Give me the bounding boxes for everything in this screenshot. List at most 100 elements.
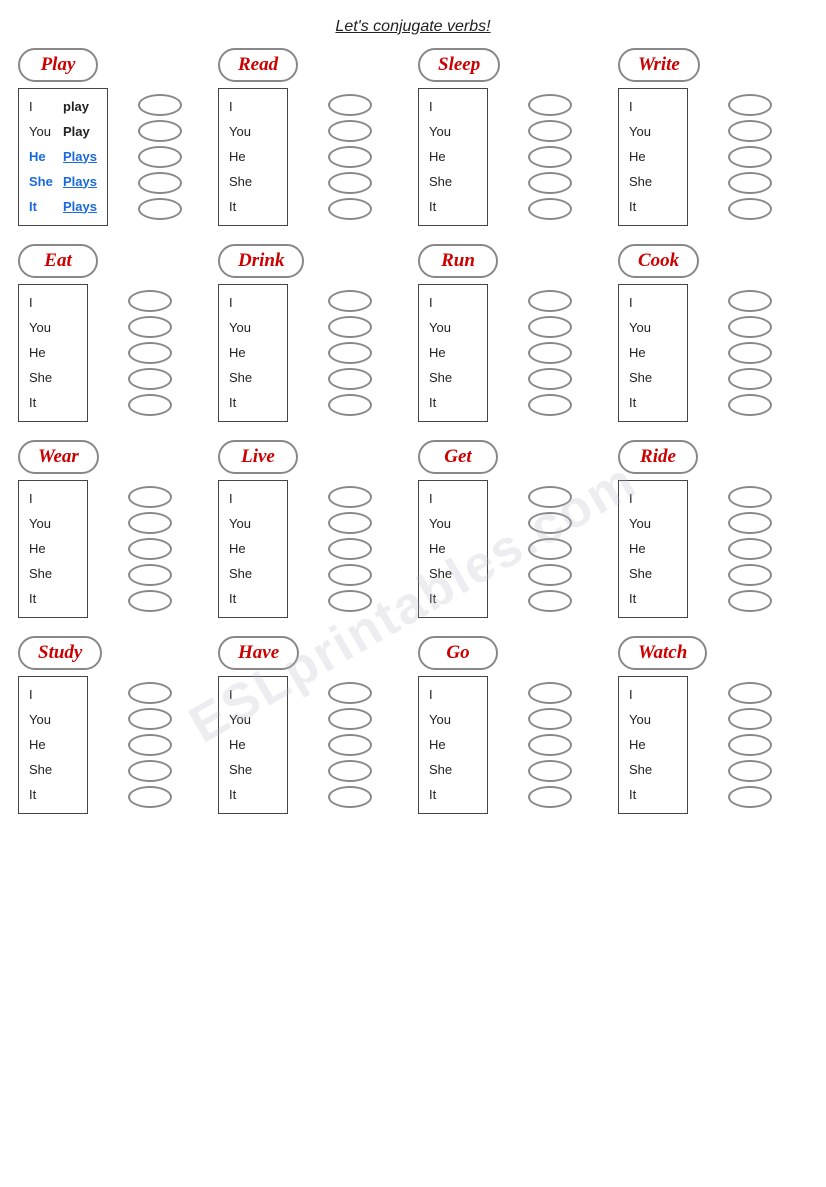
answer-oval[interactable] [528,342,572,364]
answer-oval[interactable] [528,486,572,508]
answer-oval[interactable] [528,708,572,730]
pronoun-row: He [629,343,677,361]
answer-oval[interactable] [728,394,772,416]
answer-oval[interactable] [528,590,572,612]
answer-oval[interactable] [128,512,172,534]
answer-oval[interactable] [138,146,182,168]
answer-oval[interactable] [728,486,772,508]
answer-oval[interactable] [728,760,772,782]
answer-oval[interactable] [728,120,772,142]
answer-oval[interactable] [328,512,372,534]
answer-oval[interactable] [328,120,372,142]
pronoun-row: She [629,564,677,582]
answer-oval[interactable] [728,342,772,364]
answer-oval[interactable] [138,172,182,194]
answer-oval[interactable] [728,682,772,704]
answer-oval[interactable] [528,394,572,416]
answer-oval[interactable] [328,486,372,508]
answer-oval[interactable] [528,538,572,560]
answer-oval[interactable] [328,682,372,704]
pronoun-row: She [229,368,277,386]
pronoun-label: I [229,100,257,113]
pronoun-row: I [429,489,477,507]
pronoun-label: It [229,396,257,409]
answer-oval[interactable] [328,760,372,782]
answer-oval[interactable] [528,512,572,534]
answer-oval[interactable] [328,290,372,312]
answer-oval[interactable] [328,786,372,808]
verb-card-write: WriteIYouHeSheIt [618,48,808,226]
answer-oval[interactable] [128,590,172,612]
answer-oval[interactable] [328,734,372,756]
answer-oval[interactable] [728,146,772,168]
answer-oval[interactable] [528,120,572,142]
answer-oval[interactable] [528,760,572,782]
answer-oval[interactable] [128,682,172,704]
verb-card-read: ReadIYouHeSheIt [218,48,408,226]
answer-oval[interactable] [728,316,772,338]
verb-card-run: RunIYouHeSheIt [418,244,608,422]
answer-oval[interactable] [728,198,772,220]
answer-oval[interactable] [138,198,182,220]
answer-oval[interactable] [128,538,172,560]
pronoun-row: You [629,710,677,728]
answer-oval[interactable] [528,786,572,808]
answer-oval[interactable] [728,564,772,586]
answer-oval[interactable] [138,120,182,142]
answer-oval[interactable] [528,682,572,704]
answer-oval[interactable] [728,734,772,756]
pronouns-box-drink: IYouHeSheIt [218,284,288,422]
answer-oval[interactable] [728,512,772,534]
answer-oval[interactable] [328,172,372,194]
answer-oval[interactable] [128,342,172,364]
answer-oval[interactable] [328,538,372,560]
answer-oval[interactable] [528,290,572,312]
answer-oval[interactable] [138,94,182,116]
answer-oval[interactable] [328,316,372,338]
pronoun-label: She [629,763,657,776]
answer-oval[interactable] [328,368,372,390]
answer-oval[interactable] [728,708,772,730]
answer-oval[interactable] [528,94,572,116]
answer-oval[interactable] [328,342,372,364]
answer-oval[interactable] [528,734,572,756]
answer-oval[interactable] [128,394,172,416]
answer-oval[interactable] [728,590,772,612]
pronoun-label: He [229,150,257,163]
answer-oval[interactable] [128,486,172,508]
answer-oval[interactable] [728,94,772,116]
answer-oval[interactable] [528,368,572,390]
answer-oval[interactable] [128,760,172,782]
ovals-col-study [92,676,208,814]
answer-oval[interactable] [728,172,772,194]
answer-oval[interactable] [328,590,372,612]
answer-oval[interactable] [728,368,772,390]
answer-oval[interactable] [728,290,772,312]
answer-oval[interactable] [728,538,772,560]
answer-oval[interactable] [128,786,172,808]
answer-oval[interactable] [328,198,372,220]
answer-oval[interactable] [328,146,372,168]
answer-oval[interactable] [528,316,572,338]
answer-oval[interactable] [128,564,172,586]
answer-oval[interactable] [328,708,372,730]
pronoun-answer: Plays [63,200,97,213]
answer-oval[interactable] [728,786,772,808]
answer-oval[interactable] [128,316,172,338]
answer-oval[interactable] [528,564,572,586]
answer-oval[interactable] [328,394,372,416]
pronoun-row: You [429,318,477,336]
pronoun-row: He [229,539,277,557]
answer-oval[interactable] [528,172,572,194]
answer-oval[interactable] [528,146,572,168]
answer-oval[interactable] [128,708,172,730]
answer-oval[interactable] [128,734,172,756]
answer-oval[interactable] [328,564,372,586]
answer-oval[interactable] [128,368,172,390]
pronoun-label: She [229,175,257,188]
answer-oval[interactable] [128,290,172,312]
pronoun-answer: Play [63,125,90,138]
answer-oval[interactable] [528,198,572,220]
answer-oval[interactable] [328,94,372,116]
pronoun-label: I [629,100,657,113]
